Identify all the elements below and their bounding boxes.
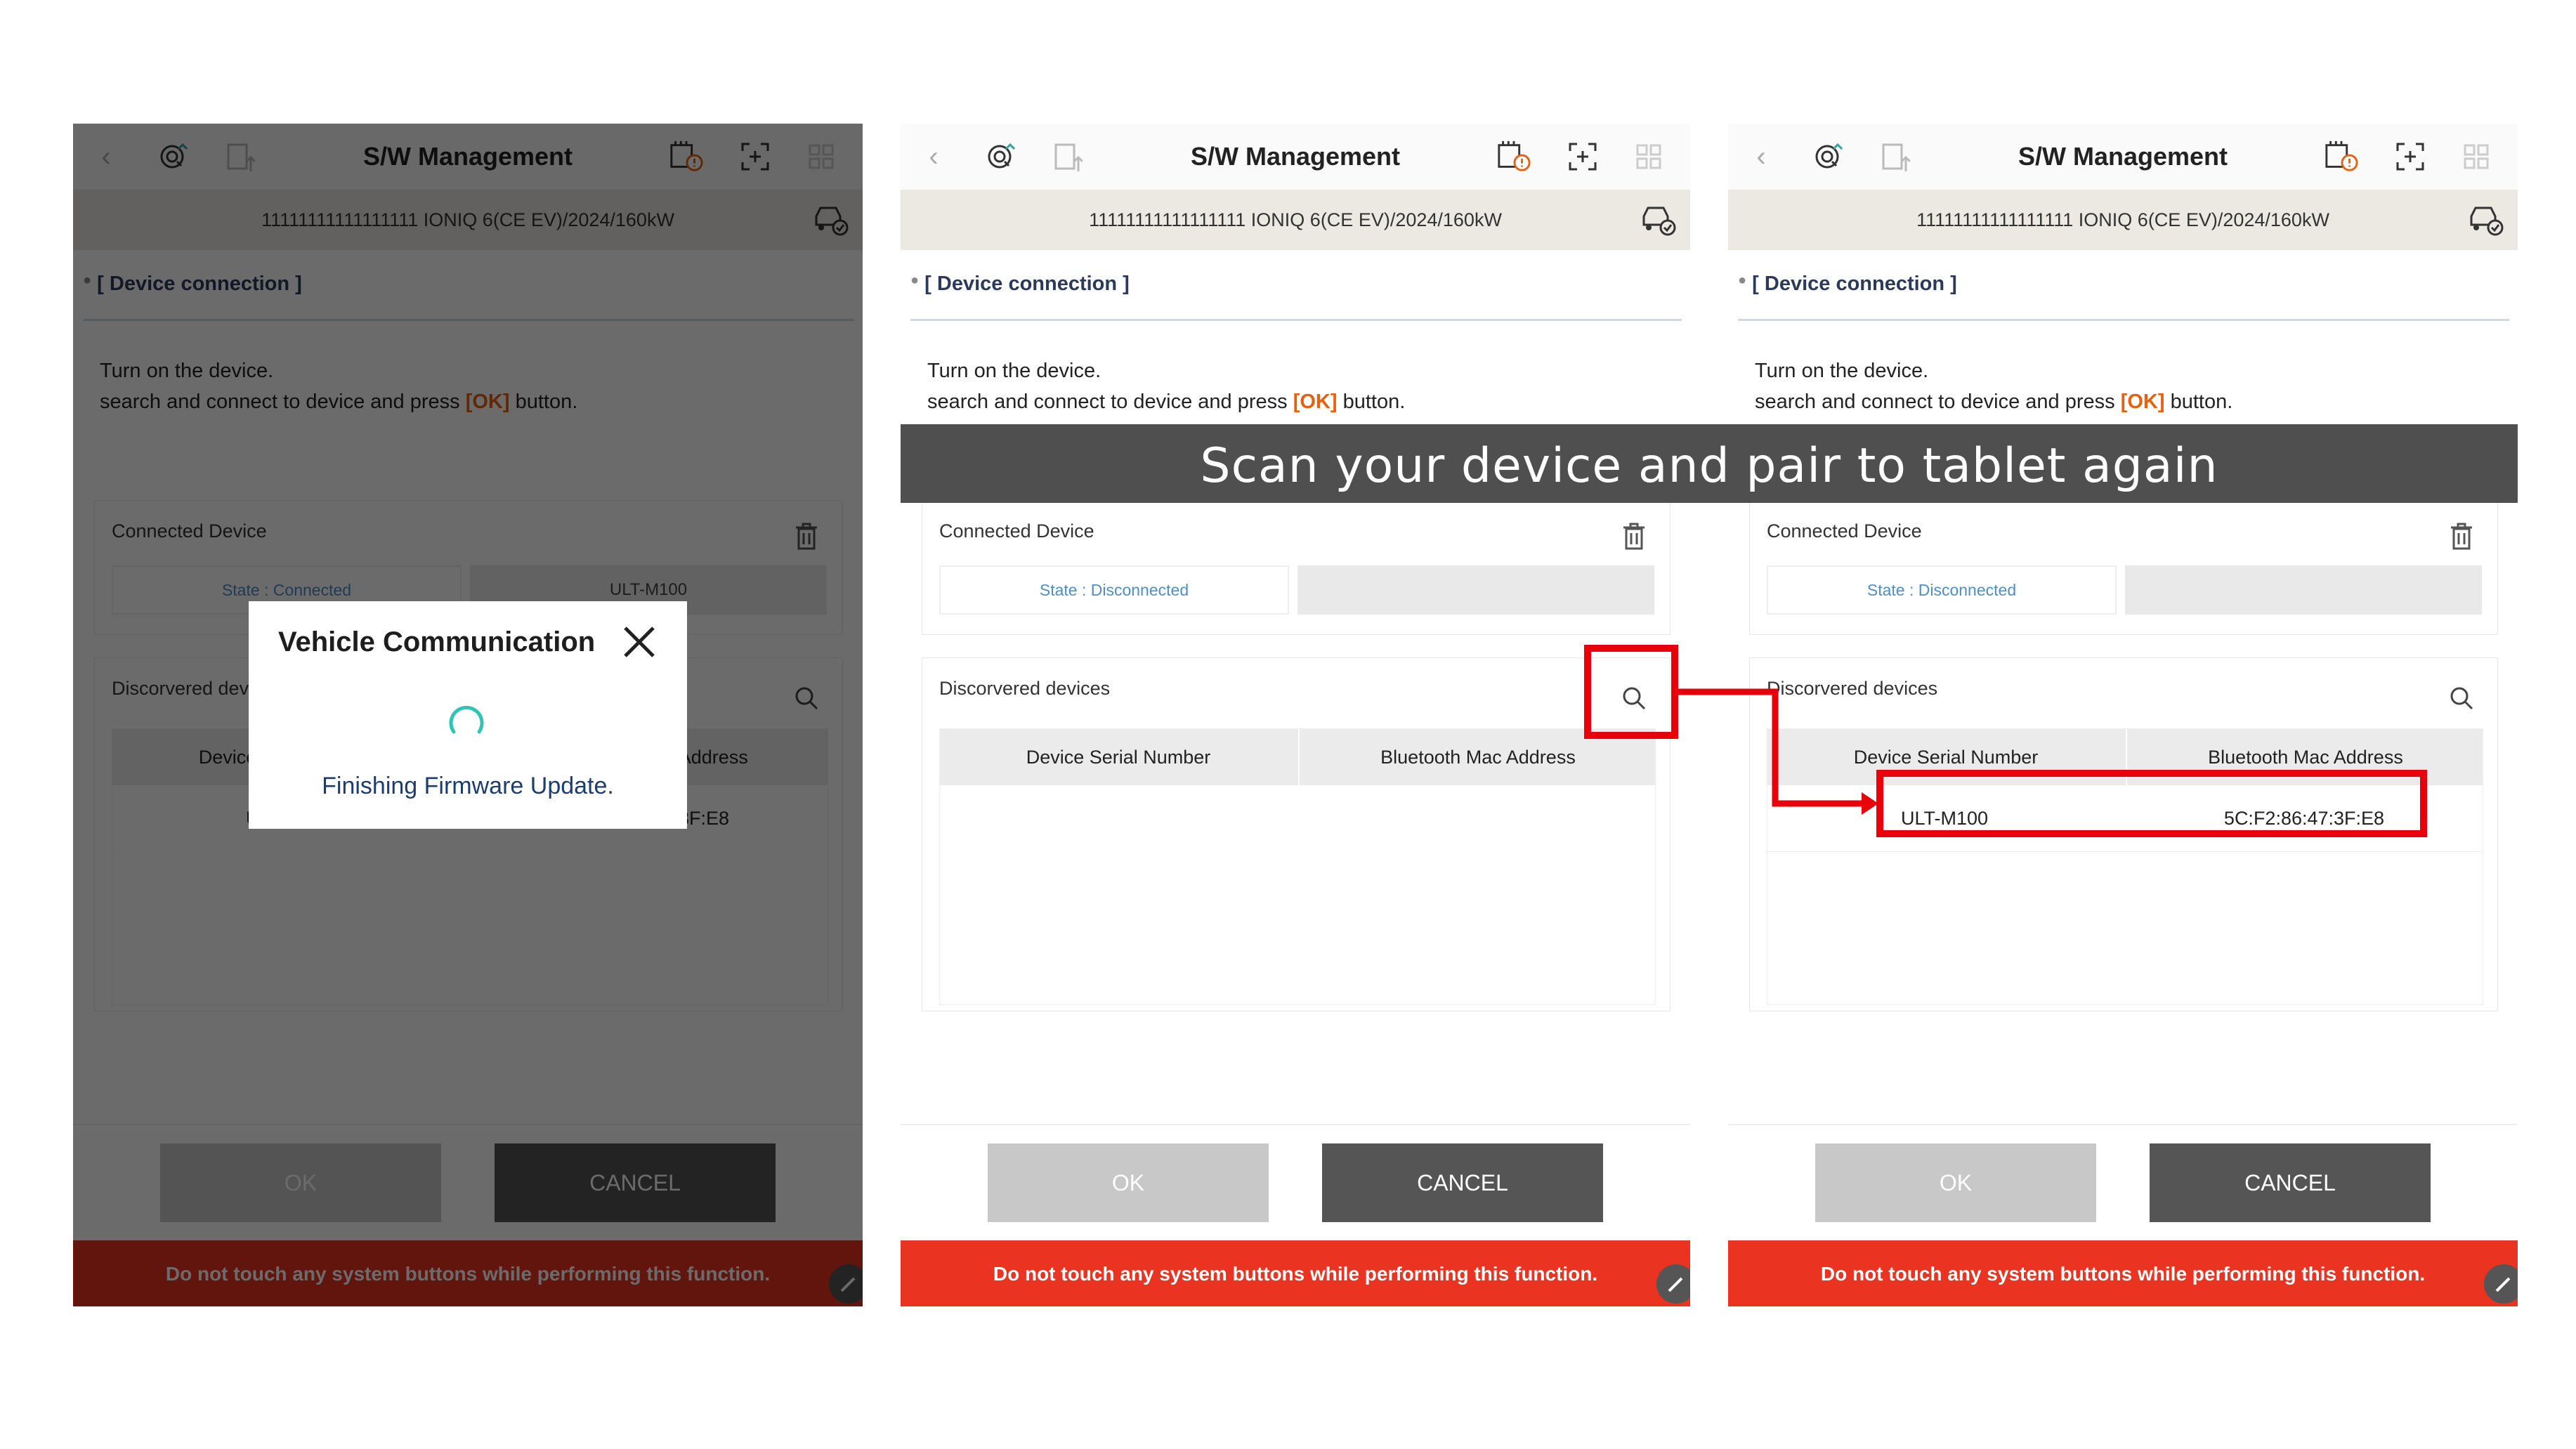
panel-firmware-finishing: ‹ S/W Management 11111111111111111 IONIQ… <box>73 124 863 1306</box>
section-heading: ● [ Device connection ] <box>910 273 1130 296</box>
devices-table: Device Serial Number Bluetooth Mac Addre… <box>939 728 1656 1005</box>
banner-text: Scan your device and pair to tablet agai… <box>1200 438 2218 494</box>
diagnostics-icon[interactable] <box>983 139 1019 174</box>
ok-button[interactable]: OK <box>1815 1143 2096 1222</box>
connected-device-name <box>1297 565 1654 615</box>
instructions: Turn on the device. search and connect t… <box>1755 355 2232 417</box>
warning-bar: Do not touch any system buttons while pe… <box>901 1240 1690 1306</box>
bullet-icon: ● <box>910 273 920 288</box>
instruction-text-end: button. <box>2164 391 2233 413</box>
instruction-text: search and connect to device and press <box>927 391 1293 413</box>
vehicle-info-bar: 11111111111111111 IONIQ 6(CE EV)/2024/16… <box>1728 190 2518 250</box>
edit-pen-icon[interactable] <box>2484 1264 2518 1304</box>
app-top-bar: ‹ S/W Management <box>1728 124 2518 190</box>
close-icon[interactable] <box>618 621 660 663</box>
ok-keyword: [OK] <box>2120 391 2165 413</box>
back-arrow-icon[interactable]: ‹ <box>1744 139 1779 174</box>
screen-capture-icon[interactable] <box>2393 139 2428 174</box>
edit-pen-icon[interactable] <box>1656 1264 1690 1304</box>
screen-title: S/W Management <box>2018 142 2228 171</box>
cancel-button[interactable]: CANCEL <box>2150 1143 2431 1222</box>
warning-text: Do not touch any system buttons while pe… <box>1820 1263 2426 1285</box>
section-title: [ Device connection ] <box>924 273 1130 295</box>
warning-text: Do not touch any system buttons while pe… <box>993 1263 1598 1285</box>
instructions: Turn on the device. search and connect t… <box>927 355 1405 417</box>
app-top-bar: ‹ S/W Management <box>901 124 1690 190</box>
section-divider <box>1738 319 2509 321</box>
section-heading: ● [ Device connection ] <box>1738 273 1957 296</box>
panel-disconnected: ‹ S/W Management 11111111111111111 IONIQ… <box>901 124 1690 1306</box>
search-icon[interactable] <box>2448 685 2475 712</box>
screen-title: S/W Management <box>1190 142 1401 171</box>
screen-capture-icon[interactable] <box>1565 139 1600 174</box>
grid-menu-icon[interactable] <box>2459 139 2494 174</box>
vehicle-info-text: 11111111111111111 IONIQ 6(CE EV)/2024/16… <box>1916 209 2329 230</box>
vehicle-status-icon[interactable] <box>2467 204 2504 236</box>
instruction-line-2: search and connect to device and press [… <box>927 386 1405 417</box>
warning-bar: Do not touch any system buttons while pe… <box>1728 1240 2518 1306</box>
connected-device-label: Connected Device <box>1767 520 1922 542</box>
section-divider <box>910 319 1682 321</box>
ok-keyword: [OK] <box>1293 391 1338 413</box>
search-highlight-box <box>1584 645 1678 739</box>
instruction-line-1: Turn on the device. <box>1755 360 1929 382</box>
ok-button[interactable]: OK <box>988 1143 1269 1222</box>
button-divider <box>901 1124 1690 1125</box>
connection-state: State : Disconnected <box>939 565 1289 615</box>
dialog-title: Vehicle Communication <box>278 627 596 657</box>
vehicle-communication-dialog: Vehicle Communication Finishing Firmware … <box>249 601 687 829</box>
instruction-line-2: search and connect to device and press [… <box>1755 386 2232 417</box>
vehicle-info-text: 11111111111111111 IONIQ 6(CE EV)/2024/16… <box>1089 209 1502 230</box>
connected-device-label: Connected Device <box>939 520 1094 542</box>
instruction-line-1: Turn on the device. <box>927 360 1101 382</box>
trash-icon[interactable] <box>2450 522 2473 550</box>
discovered-devices-box: Discorvered devices Device Serial Number… <box>922 657 1671 1011</box>
bullet-icon: ● <box>1738 273 1747 288</box>
connection-state: State : Disconnected <box>1767 565 2117 615</box>
diagnostics-icon[interactable] <box>1811 139 1846 174</box>
discovered-devices-label: Discorvered devices <box>939 678 1111 699</box>
device-row-highlight-box <box>1876 770 2427 837</box>
update-file-icon[interactable] <box>1050 139 1085 174</box>
controller-alert-icon[interactable] <box>2324 139 2359 174</box>
instruction-text-end: button. <box>1337 391 1406 413</box>
connected-device-box: Connected Device State : Disconnected <box>922 500 1671 635</box>
instruction-text: search and connect to device and press <box>1755 391 2121 413</box>
button-divider <box>1728 1124 2518 1125</box>
loading-spinner-icon <box>445 701 488 743</box>
cancel-button[interactable]: CANCEL <box>1322 1143 1603 1222</box>
dialog-message: Finishing Firmware Update. <box>322 773 614 799</box>
back-arrow-icon[interactable]: ‹ <box>916 139 951 174</box>
column-header-serial: Device Serial Number <box>1026 747 1211 768</box>
vehicle-info-bar: 11111111111111111 IONIQ 6(CE EV)/2024/16… <box>901 190 1690 250</box>
vehicle-status-icon[interactable] <box>1640 204 1676 236</box>
discovered-devices-label: Discorvered devices <box>1767 678 1938 699</box>
controller-alert-icon[interactable] <box>1496 139 1531 174</box>
panel-device-found: ‹ S/W Management 11111111111111111 IONIQ… <box>1728 124 2518 1306</box>
update-file-icon[interactable] <box>1877 139 1912 174</box>
connected-device-name <box>2125 565 2482 615</box>
trash-icon[interactable] <box>1622 522 1646 550</box>
table-header: Device Serial Number Bluetooth Mac Addre… <box>940 729 1655 785</box>
instruction-banner: Scan your device and pair to tablet agai… <box>901 424 2518 503</box>
section-title: [ Device connection ] <box>1752 273 1957 295</box>
grid-menu-icon[interactable] <box>1631 139 1666 174</box>
connected-device-box: Connected Device State : Disconnected <box>1749 500 2498 635</box>
